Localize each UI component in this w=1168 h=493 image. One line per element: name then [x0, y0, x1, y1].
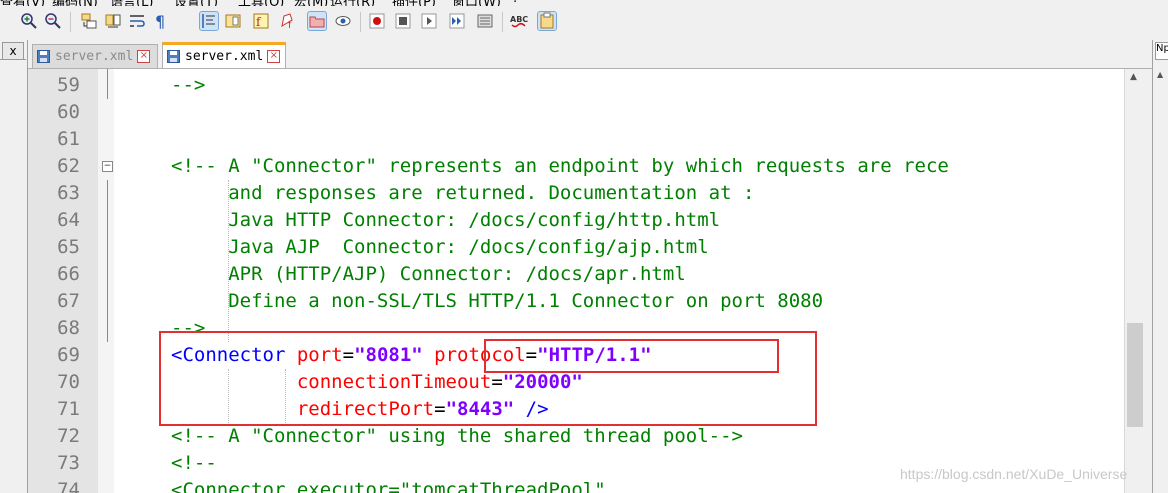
code-editor[interactable]: 59 --> 60 61 62 <!-- A "Connector" represents… — [28, 69, 1124, 493]
panel-scroll-up-icon[interactable]: ▲ — [1157, 70, 1163, 79]
zoom-out-icon[interactable] — [44, 12, 62, 30]
code-line[interactable]: 60 — [28, 99, 1124, 126]
code-line[interactable]: 65 Java AJP Connector: /docs/config/ajp.… — [28, 234, 1124, 261]
vertical-scrollbar[interactable]: ▲ — [1124, 69, 1145, 493]
code-line[interactable]: 59 --> — [28, 72, 1124, 99]
sync-horizontal-icon[interactable] — [104, 12, 122, 30]
line-number: 66 — [57, 263, 80, 285]
spellcheck-icon[interactable]: ABC — [510, 12, 528, 30]
watermark: https://blog.csdn.net/XuDe_Universe — [900, 466, 1128, 482]
play-macro-icon[interactable] — [420, 12, 438, 30]
line-number: 62 — [57, 155, 80, 177]
code-text: <!-- A "Connector" using the shared thre… — [171, 425, 743, 447]
protocol-highlight-box — [484, 339, 779, 373]
tab-server-xml-1[interactable]: server.xml × — [32, 44, 158, 68]
code-line[interactable]: 62 <!-- A "Connector" represents an endpo… — [28, 153, 1124, 180]
line-number: 59 — [57, 74, 80, 96]
svg-text:f: f — [288, 20, 292, 30]
close-tab-icon[interactable]: × — [137, 50, 151, 63]
code-text: Define a non-SSL/TLS HTTP/1.1 Connector … — [171, 290, 824, 312]
code-text: APR (HTTP/AJP) Connector: /docs/apr.html — [171, 263, 686, 285]
line-number: 71 — [57, 398, 80, 420]
line-number: 67 — [57, 290, 80, 312]
line-number: 69 — [57, 344, 80, 366]
doc-map-icon[interactable] — [224, 12, 242, 30]
code-text: <Connector executor="tomcatThreadPool" — [171, 479, 606, 493]
code-line[interactable]: 66 APR (HTTP/AJP) Connector: /docs/apr.h… — [28, 261, 1124, 288]
line-number: 68 — [57, 317, 80, 339]
code-text: <!-- — [171, 452, 217, 474]
code-line[interactable]: 72 <!-- A "Connector" using the shared th… — [28, 423, 1124, 450]
clipboard-history-icon[interactable] — [537, 11, 557, 31]
stop-recording-icon[interactable] — [394, 12, 412, 30]
tab-server-xml-2[interactable]: server.xml × — [162, 42, 286, 68]
line-number: 72 — [57, 425, 80, 447]
svg-text:¶: ¶ — [155, 12, 165, 30]
fold-toggle-icon[interactable]: − — [102, 161, 113, 172]
folder-workspace-icon[interactable]: f — [280, 12, 298, 30]
show-all-chars-icon[interactable]: ¶ — [152, 12, 170, 30]
line-number: 73 — [57, 452, 80, 474]
code-text: <!-- A "Connector" represents an endpoin… — [171, 155, 949, 177]
code-text: Java HTTP Connector: /docs/config/http.h… — [171, 209, 721, 231]
line-number: 60 — [57, 101, 80, 123]
zoom-in-icon[interactable] — [20, 12, 38, 30]
function-list-icon[interactable]: f — [252, 12, 270, 30]
run-macro-multiple-icon[interactable] — [448, 12, 466, 30]
floppy-disk-icon — [167, 50, 180, 63]
right-side-panel: Np ▲ — [1152, 40, 1168, 493]
indent-guide — [228, 180, 229, 342]
panel-divider — [0, 59, 26, 60]
toolbar: ¶ f f ABC — [0, 6, 1168, 41]
tab-label: server.xml — [55, 49, 134, 64]
record-macro-icon[interactable] — [368, 12, 386, 30]
code-text: Java AJP Connector: /docs/config/ajp.htm… — [171, 236, 709, 258]
right-panel-label[interactable]: Np — [1155, 42, 1168, 60]
indent-guide-icon[interactable] — [199, 11, 219, 31]
scrollbar-thumb[interactable] — [1127, 323, 1143, 427]
tab-bar: server.xml × server.xml × — [28, 40, 1152, 69]
save-macro-icon[interactable] — [476, 12, 494, 30]
line-number: 63 — [57, 182, 80, 204]
floppy-disk-icon — [37, 50, 50, 63]
monitoring-icon[interactable] — [334, 12, 352, 30]
line-number: 74 — [57, 479, 80, 493]
scroll-up-arrow-icon[interactable]: ▲ — [1130, 72, 1137, 82]
svg-text:ABC: ABC — [510, 15, 528, 24]
folder-as-workspace-icon[interactable] — [307, 11, 327, 31]
tab-label: server.xml — [185, 49, 264, 64]
left-side-panel: x — [0, 40, 28, 493]
line-number: 64 — [57, 209, 80, 231]
sync-vertical-icon[interactable] — [80, 12, 98, 30]
code-line[interactable]: 64 Java HTTP Connector: /docs/config/htt… — [28, 207, 1124, 234]
word-wrap-icon[interactable] — [128, 12, 146, 30]
code-line[interactable]: 61 — [28, 126, 1124, 153]
code-text: and responses are returned. Documentatio… — [171, 182, 755, 204]
close-panel-button[interactable]: x — [2, 42, 24, 60]
code-text: --> — [171, 74, 206, 96]
fold-line — [107, 69, 108, 99]
fold-line — [107, 180, 108, 342]
close-tab-icon[interactable]: × — [267, 50, 281, 63]
line-number: 70 — [57, 371, 80, 393]
line-number: 61 — [57, 128, 80, 150]
line-number: 65 — [57, 236, 80, 258]
code-line[interactable]: 63 and responses are returned. Documenta… — [28, 180, 1124, 207]
code-line[interactable]: 67 Define a non-SSL/TLS HTTP/1.1 Connect… — [28, 288, 1124, 315]
